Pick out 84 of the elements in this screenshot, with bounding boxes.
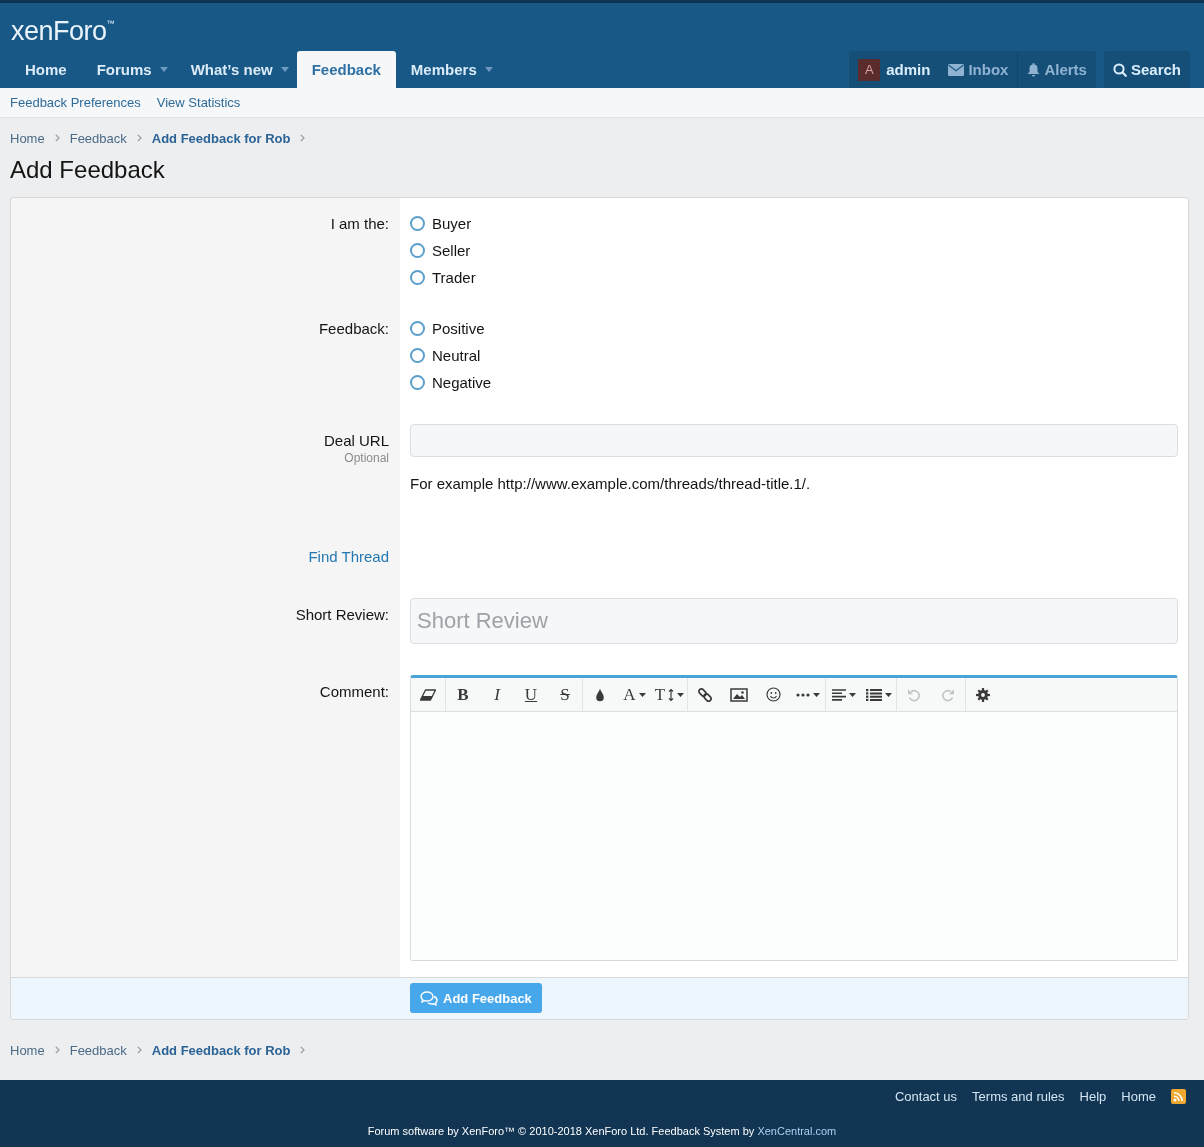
radio-label[interactable]: Trader — [432, 269, 476, 286]
breadcrumb-link[interactable]: Feedback — [69, 130, 127, 146]
droplet-icon — [595, 687, 605, 702]
undo-icon — [907, 687, 921, 702]
radio-button[interactable] — [410, 216, 425, 231]
site-logo[interactable]: xenForo$^{™}$ — [11, 8, 115, 46]
font-button[interactable]: A — [617, 678, 652, 711]
radio-label[interactable]: Seller — [432, 242, 471, 259]
avatar: A — [858, 58, 881, 81]
breadcrumb-link[interactable]: Add Feedback for Rob — [151, 1042, 291, 1058]
subnav-link[interactable]: View Statistics — [156, 95, 241, 110]
radio-label[interactable]: Negative — [432, 374, 492, 391]
caret-icon — [159, 67, 168, 72]
italic-button[interactable]: I — [480, 678, 514, 711]
form-label: Short Review: — [295, 605, 389, 625]
form-label: Comment: — [319, 682, 389, 702]
radio-label[interactable]: Neutral — [432, 347, 481, 364]
user-menu-link[interactable]: A admin — [849, 51, 940, 88]
search-button[interactable]: Search — [1103, 51, 1190, 88]
nav-tab[interactable]: Forums — [81, 51, 176, 88]
radio-button[interactable] — [410, 348, 425, 363]
chevron-icon — [136, 1046, 142, 1054]
strikethrough-button[interactable]: S — [548, 678, 582, 711]
nav-tab[interactable]: Home — [10, 51, 82, 88]
dots-icon — [795, 692, 810, 697]
gear-icon — [976, 687, 990, 702]
footer-link[interactable]: Help — [1079, 1089, 1107, 1104]
eraser-icon — [420, 688, 436, 701]
breadcrumb-link[interactable]: Home — [10, 130, 45, 146]
nav-tab[interactable]: What’s new — [175, 51, 297, 88]
radio-button[interactable] — [410, 270, 425, 285]
caret-icon — [638, 692, 646, 697]
radio-button[interactable] — [410, 243, 425, 258]
radio-label[interactable]: Buyer — [432, 215, 472, 232]
radio-button[interactable] — [410, 321, 425, 336]
chevron-icon — [136, 134, 142, 142]
underline-button[interactable]: U — [514, 678, 548, 711]
short-review-field[interactable]: Short Review — [410, 598, 1178, 644]
caret-icon — [848, 692, 856, 697]
search-icon — [1112, 62, 1127, 77]
font-size-button[interactable]: T — [652, 678, 687, 711]
nav-tab[interactable]: Feedback — [296, 51, 396, 88]
align-lines-icon — [831, 688, 846, 701]
form-label: Deal URL — [323, 431, 389, 451]
inbox-link[interactable]: Inbox — [939, 51, 1018, 88]
chevron-icon — [300, 134, 306, 142]
form-label: Feedback: — [318, 319, 389, 339]
redo-icon — [941, 687, 955, 702]
bold-button[interactable]: B — [446, 678, 480, 711]
breadcrumb-link[interactable]: Add Feedback for Rob — [151, 130, 291, 146]
form-label: I am the: — [330, 214, 389, 234]
chain-link-icon — [697, 686, 713, 703]
breadcrumb-link[interactable]: Feedback — [69, 1042, 127, 1058]
caret-icon — [812, 692, 820, 697]
footer-link[interactable]: Home — [1121, 1089, 1156, 1104]
field-explanation: For example http://www.example.com/threads/thread-title.1/. — [410, 474, 812, 494]
caret-icon — [884, 692, 892, 697]
picture-icon — [730, 687, 748, 702]
bell-icon — [1027, 62, 1041, 77]
copyright-text: Forum software by XenForo™ © 2010-2018 XenForo Ltd. Feedback System by XenCentral.com — [367, 1125, 837, 1137]
smiley-icon — [765, 687, 781, 702]
page-title: Add Feedback — [10, 155, 166, 185]
chevron-icon — [54, 1046, 60, 1054]
footer-link[interactable]: Contact us — [894, 1089, 958, 1104]
footer-link[interactable]: Terms and rules — [972, 1089, 1065, 1104]
find-thread-link[interactable]: Find Thread — [308, 547, 389, 567]
up-down-arrow-icon — [668, 687, 675, 702]
radio-label[interactable]: Positive — [432, 320, 485, 337]
envelope-icon — [948, 63, 965, 76]
caret-icon — [280, 67, 289, 72]
radio-button[interactable] — [410, 375, 425, 390]
chevron-icon — [54, 134, 60, 142]
subnav-link[interactable]: Feedback Preferences — [10, 95, 141, 110]
breadcrumb-link[interactable]: Home — [10, 1042, 45, 1058]
rss-icon[interactable] — [1171, 1089, 1186, 1104]
field-hint: Optional — [344, 451, 389, 465]
speech-bubbles-icon — [420, 990, 438, 1006]
list-icon — [865, 688, 882, 701]
chevron-icon — [300, 1046, 306, 1054]
credit-link[interactable]: XenCentral.com — [757, 1125, 837, 1137]
nav-tab[interactable]: Members — [395, 51, 501, 88]
url-input-field[interactable] — [410, 424, 1178, 457]
caret-icon — [484, 67, 493, 72]
caret-icon — [677, 692, 685, 697]
